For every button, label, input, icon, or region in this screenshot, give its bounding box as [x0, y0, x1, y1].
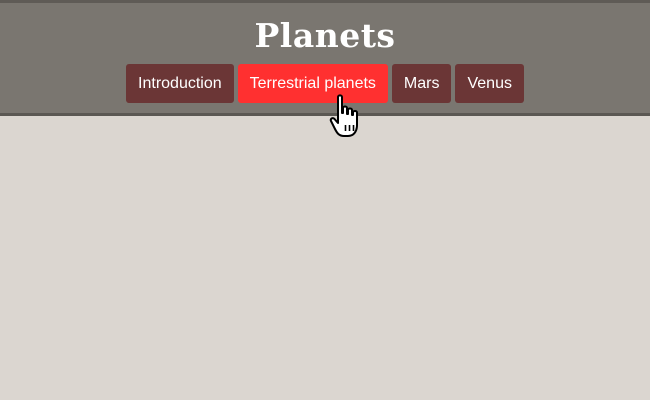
nav-button-mars[interactable]: Mars — [391, 64, 452, 103]
nav-button-terrestrial-planets[interactable]: Terrestrial planets — [237, 64, 388, 103]
nav-button-introduction[interactable]: Introduction — [126, 64, 234, 103]
page-title: Planets — [254, 16, 396, 55]
nav-button-venus[interactable]: Venus — [455, 64, 524, 103]
main-nav: Introduction Terrestrial planets Mars Ve… — [0, 64, 650, 103]
page-header: Planets Introduction Terrestrial planets… — [0, 0, 650, 116]
